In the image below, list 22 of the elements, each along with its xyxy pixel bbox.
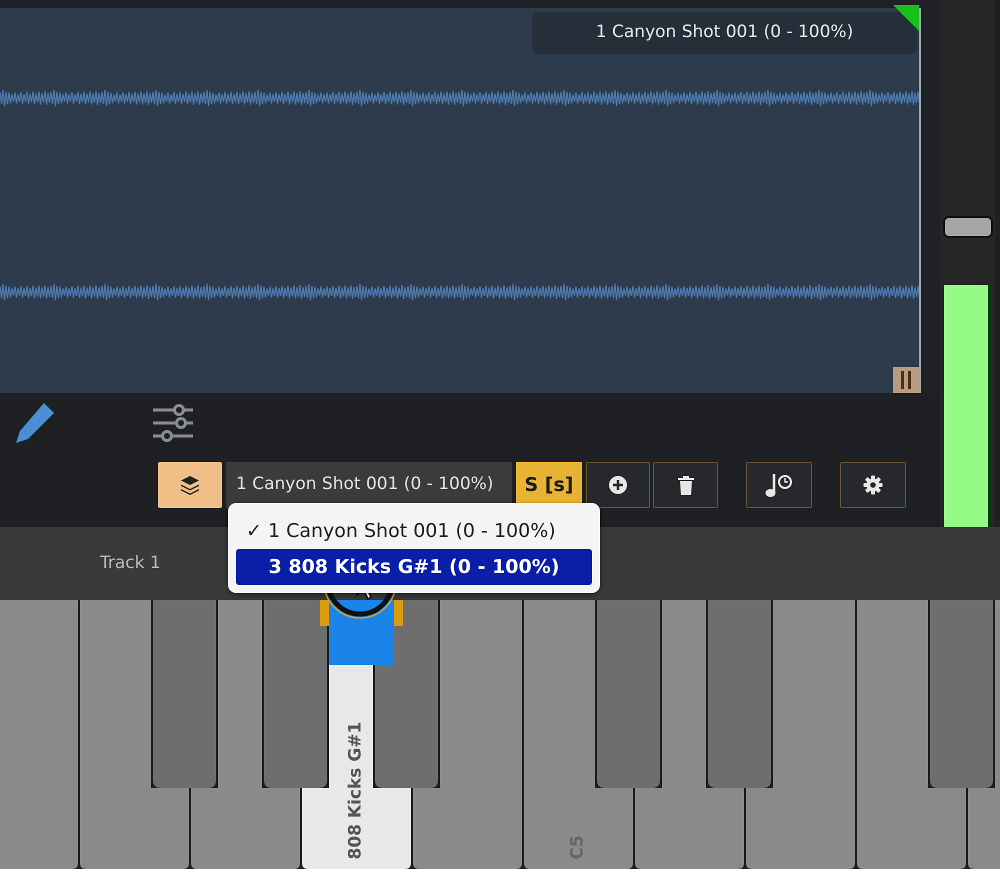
key-marker: [329, 600, 394, 665]
delete-button[interactable]: [653, 462, 718, 508]
layers-icon: [180, 475, 200, 495]
pencil-icon[interactable]: [14, 401, 56, 445]
resize-handle[interactable]: [893, 367, 919, 393]
dropdown-item[interactable]: 3 808 Kicks G#1 (0 - 100%): [236, 549, 592, 585]
fader-track[interactable]: [940, 0, 995, 527]
piano-key[interactable]: [302, 665, 411, 869]
key-label: 808 Kicks G#1: [344, 721, 366, 859]
track-label: Track 1: [100, 552, 161, 575]
layers-button[interactable]: [158, 462, 222, 508]
note-clock-button[interactable]: [746, 462, 812, 508]
sliders-icon[interactable]: [151, 403, 195, 443]
settings-icon: [863, 475, 883, 495]
clip-label: 1 Canyon Shot 001 (0 - 100%): [532, 12, 917, 54]
delete-icon: [676, 475, 694, 495]
add-icon: [608, 475, 628, 495]
corner-marker-icon: [893, 5, 919, 31]
dropdown-item[interactable]: ✓ 1 Canyon Shot 001 (0 - 100%): [236, 513, 592, 549]
settings-button[interactable]: [840, 462, 906, 508]
add-button[interactable]: [586, 462, 650, 508]
fader-thumb[interactable]: [943, 216, 993, 238]
